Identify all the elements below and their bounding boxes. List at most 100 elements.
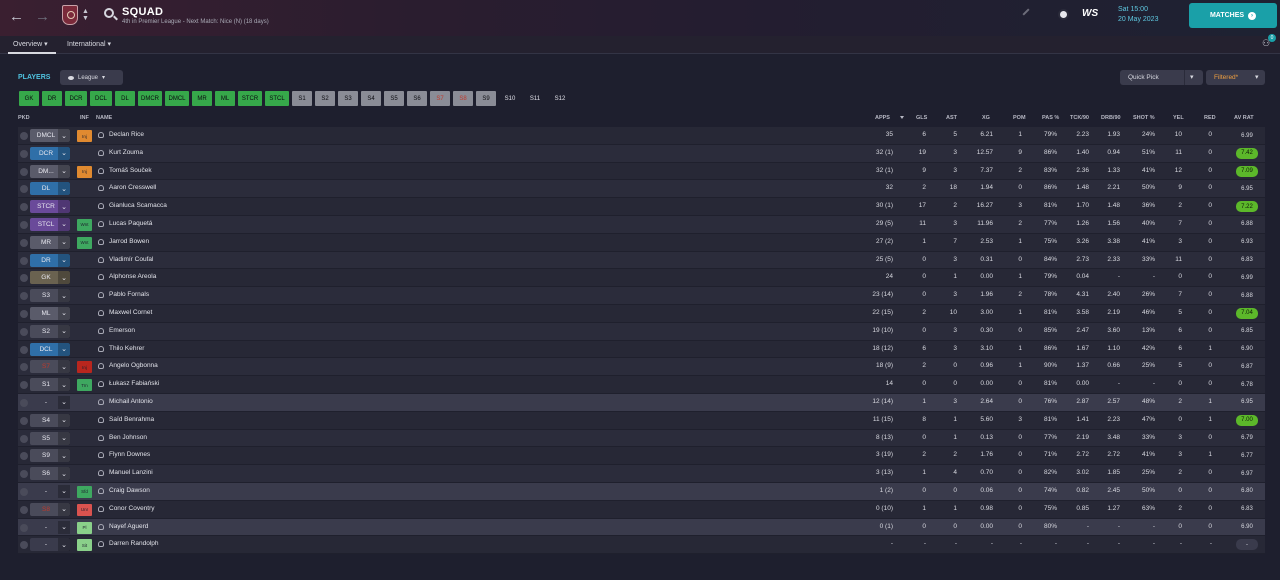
position-selector[interactable]: S7 ⌄ (30, 360, 70, 374)
position-selector[interactable]: S3 ⌄ (30, 289, 70, 303)
column-header-tck[interactable]: TCK/90 (1070, 115, 1089, 121)
position-selector[interactable]: STCL ⌄ (30, 217, 70, 231)
pick-checkbox[interactable] (20, 541, 28, 550)
matches-button[interactable]: MATCHES › (1189, 3, 1277, 28)
position-selector[interactable]: - ⌄ (30, 538, 70, 552)
chevron-down-icon[interactable]: ▾ (1190, 73, 1194, 81)
position-selector[interactable]: DCR ⌄ (30, 146, 70, 160)
position-tab-stcr[interactable]: STCR (238, 91, 262, 106)
position-selector[interactable]: S4 ⌄ (30, 413, 70, 427)
position-selector[interactable]: S1 ⌄ (30, 378, 70, 392)
pick-checkbox[interactable] (20, 416, 28, 425)
status-badge[interactable]: Inj (77, 361, 92, 374)
pick-checkbox[interactable] (20, 167, 28, 176)
player-name[interactable]: Ben Johnson (109, 434, 147, 441)
position-tab-dmcl[interactable]: DMCL (165, 91, 189, 106)
position-tab-s6[interactable]: S6 (407, 91, 427, 106)
player-name[interactable]: Angelo Ogbonna (109, 362, 158, 369)
pick-checkbox[interactable] (20, 398, 28, 407)
pick-checkbox[interactable] (20, 132, 28, 140)
player-name[interactable]: Saïd Benrahma (109, 416, 154, 423)
pick-checkbox[interactable] (20, 274, 28, 283)
player-name[interactable]: Jarrod Bowen (109, 238, 149, 245)
player-name[interactable]: Conor Coventry (109, 505, 155, 512)
column-header-apps[interactable]: APPS (875, 115, 890, 121)
status-badge[interactable]: Wnt (77, 236, 92, 249)
table-row[interactable]: DL ⌄ Aaron Cresswell 32 2 18 1.94 0 86% 1.48 2.21 5… (18, 180, 1265, 199)
position-tab-ml[interactable]: ML (215, 91, 235, 106)
table-row[interactable]: STCR ⌄ Gianluca Scamacca 30 (1) 17 2 16.27 3 81%… (18, 198, 1265, 216)
table-row[interactable]: S3 ⌄ Pablo Fornals 23 (14) 0 3 1.96 2 78% 4.31 2.4… (18, 287, 1265, 305)
column-header-shot[interactable]: SHOT % (1133, 115, 1155, 121)
table-row[interactable]: S5 ⌄ Ben Johnson 8 (13) 0 1 0.13 0 77% 2.19 3.48 33… (18, 429, 1265, 448)
position-tab-s12[interactable]: S12 (549, 91, 571, 106)
player-name[interactable]: Kurt Zouma (109, 149, 143, 156)
table-row[interactable]: S9 ⌄ Flynn Downes 3 (19) 2 2 1.76 0 71% 2.72 2.72 4… (18, 447, 1265, 466)
table-row[interactable]: - ⌄ Sit Darren Randolph - - - - - - - - - - - - (18, 536, 1265, 555)
pick-checkbox[interactable] (20, 256, 28, 265)
column-header-name[interactable]: NAME (96, 115, 112, 121)
player-name[interactable]: Łukasz Fabiański (109, 380, 159, 387)
pick-checkbox[interactable] (20, 487, 28, 496)
table-row[interactable]: S1 ⌄ Trn Łukasz Fabiański 14 0 0 0.00 0 81% 0.00 - -… (18, 376, 1265, 394)
pick-checkbox[interactable] (20, 309, 28, 318)
player-name[interactable]: Aaron Cresswell (109, 184, 156, 191)
position-selector[interactable]: S5 ⌄ (30, 431, 70, 445)
position-tab-s11[interactable]: S11 (524, 91, 546, 106)
back-arrow-icon[interactable]: ← (9, 8, 24, 25)
player-name[interactable]: Vladimír Coufal (109, 256, 153, 263)
position-tab-s8[interactable]: S8 (453, 91, 473, 106)
table-row[interactable]: GK ⌄ Alphonse Areola 24 0 1 0.00 1 79% 0.04 - - 0 0 6.… (18, 269, 1265, 288)
pick-checkbox[interactable] (20, 185, 28, 194)
pick-checkbox[interactable] (20, 345, 28, 354)
table-row[interactable]: DR ⌄ Vladimír Coufal 25 (5) 0 3 0.31 0 84% 2.73 2.… (18, 251, 1265, 270)
tab-international[interactable]: International ▾ (67, 40, 111, 48)
position-selector[interactable]: - ⌄ (30, 484, 70, 498)
position-selector[interactable]: MR ⌄ (30, 235, 70, 249)
column-header-red[interactable]: RED (1204, 115, 1216, 121)
pick-checkbox[interactable] (20, 470, 28, 479)
position-tab-s10[interactable]: S10 (499, 91, 521, 106)
player-name[interactable]: Declan Rice (109, 131, 144, 138)
league-dropdown[interactable]: League ▾ (60, 70, 123, 85)
table-row[interactable]: - ⌄ Michail Antonio 12 (14) 1 3 2.64 0 76% 2.87 2.… (18, 393, 1265, 412)
position-tab-dr[interactable]: DR (42, 91, 62, 106)
pick-checkbox[interactable] (20, 327, 28, 336)
filter-dropdown[interactable]: Filtered* ▾ (1206, 70, 1265, 85)
position-tab-s4[interactable]: S4 (361, 91, 381, 106)
table-row[interactable]: ML ⌄ Maxwel Cornet 22 (15) 2 10 3.00 1 81% 3.58 2.… (18, 304, 1265, 323)
table-row[interactable]: STCL ⌄ Wnt Lucas Paquetá 29 (5) 11 3 11.96 2 77% 1… (18, 215, 1265, 234)
table-row[interactable]: - ⌄ Pl Nayef Aguerd 0 (1) 0 0 0.00 0 80% - - -0 0 6.90 (18, 518, 1265, 537)
pick-checkbox[interactable] (20, 505, 28, 514)
player-name[interactable]: Alphonse Areola (109, 273, 156, 280)
position-tab-mr[interactable]: MR (192, 91, 212, 106)
pick-checkbox[interactable] (20, 292, 28, 301)
table-row[interactable]: DMCL ⌄ Inj Declan Rice 35 6 5 6.21 1 79% 2.23 1.93 2… (18, 127, 1265, 145)
position-selector[interactable]: GK ⌄ (30, 271, 70, 285)
position-selector[interactable]: DCL ⌄ (30, 342, 70, 356)
position-selector[interactable]: DM... ⌄ (30, 164, 70, 178)
status-badge[interactable]: Unr (77, 503, 92, 516)
position-tab-stcl[interactable]: STCL (265, 91, 289, 106)
club-badge-icon[interactable] (62, 5, 78, 25)
player-name[interactable]: Flynn Downes (109, 451, 150, 458)
pick-checkbox[interactable] (20, 238, 28, 247)
status-badge[interactable]: Trn (77, 379, 92, 392)
table-row[interactable]: S4 ⌄ Saïd Benrahma 11 (15) 8 1 5.60 3 81% 1.41 2.2… (18, 411, 1265, 430)
status-badge[interactable]: Pl (77, 521, 92, 534)
pick-checkbox[interactable] (20, 149, 28, 158)
position-tab-s7[interactable]: S7 (430, 91, 450, 106)
player-name[interactable]: Lucas Paquetá (109, 220, 152, 227)
position-tab-s9[interactable]: S9 (476, 91, 496, 106)
position-selector[interactable]: DL ⌄ (30, 182, 70, 196)
column-header-ast[interactable]: AST (946, 115, 957, 121)
pick-checkbox[interactable] (20, 203, 28, 212)
column-header-pom[interactable]: POM (1013, 115, 1026, 121)
status-badge[interactable]: Wnt (77, 218, 92, 231)
column-header-av-rat[interactable]: AV RAT (1234, 115, 1254, 121)
quick-pick-button[interactable]: Quick Pick ▾ (1120, 70, 1203, 85)
position-tab-gk[interactable]: GK (19, 91, 39, 106)
status-badge[interactable]: Sit (77, 539, 92, 552)
status-badge[interactable]: Inj (77, 130, 92, 142)
pick-checkbox[interactable] (20, 434, 28, 443)
